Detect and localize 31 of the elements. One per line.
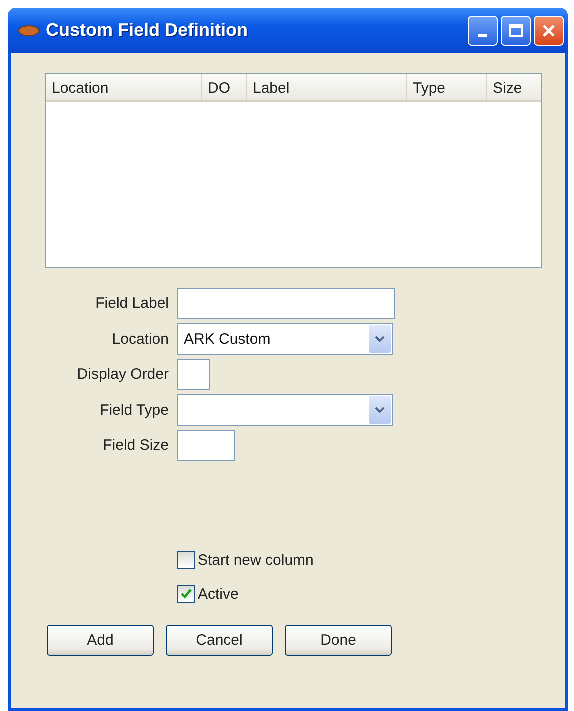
checkmark-icon [180, 589, 192, 599]
input-field[interactable] [177, 430, 235, 461]
input-field[interactable] [177, 288, 395, 319]
field-label: Field Size [102, 437, 169, 454]
dialog-button[interactable]: Done [285, 625, 392, 656]
minimize-button[interactable] [468, 16, 498, 46]
window-title: Custom Field Definition [46, 20, 249, 41]
column-header[interactable]: Size [486, 74, 541, 100]
dropdown-field[interactable]: ARK Custom [177, 323, 393, 355]
dropdown-field[interactable] [177, 394, 393, 426]
maximize-button[interactable] [501, 16, 531, 46]
checkbox-label: Start new column [198, 552, 314, 568]
input-field[interactable] [177, 359, 210, 390]
dialog-button[interactable]: Add [47, 625, 154, 656]
column-header[interactable]: Type [406, 74, 486, 100]
column-header[interactable]: Location [46, 74, 201, 100]
maximize-icon [509, 24, 523, 37]
close-icon [542, 24, 556, 38]
field-label: Field Label [94, 295, 169, 312]
column-header[interactable]: Label [246, 74, 406, 100]
checkbox-label: Active [198, 586, 239, 602]
field-label: Location [111, 330, 169, 348]
checkbox[interactable] [177, 585, 195, 603]
field-label: Field Type [99, 402, 169, 418]
minimize-icon [478, 34, 488, 38]
field-label: Display Order [76, 366, 169, 383]
dialog-button[interactable]: Cancel [166, 625, 273, 656]
checkbox[interactable] [177, 551, 195, 569]
close-button[interactable] [534, 16, 564, 46]
column-header[interactable]: DO [201, 74, 246, 100]
app-icon [18, 24, 40, 36]
